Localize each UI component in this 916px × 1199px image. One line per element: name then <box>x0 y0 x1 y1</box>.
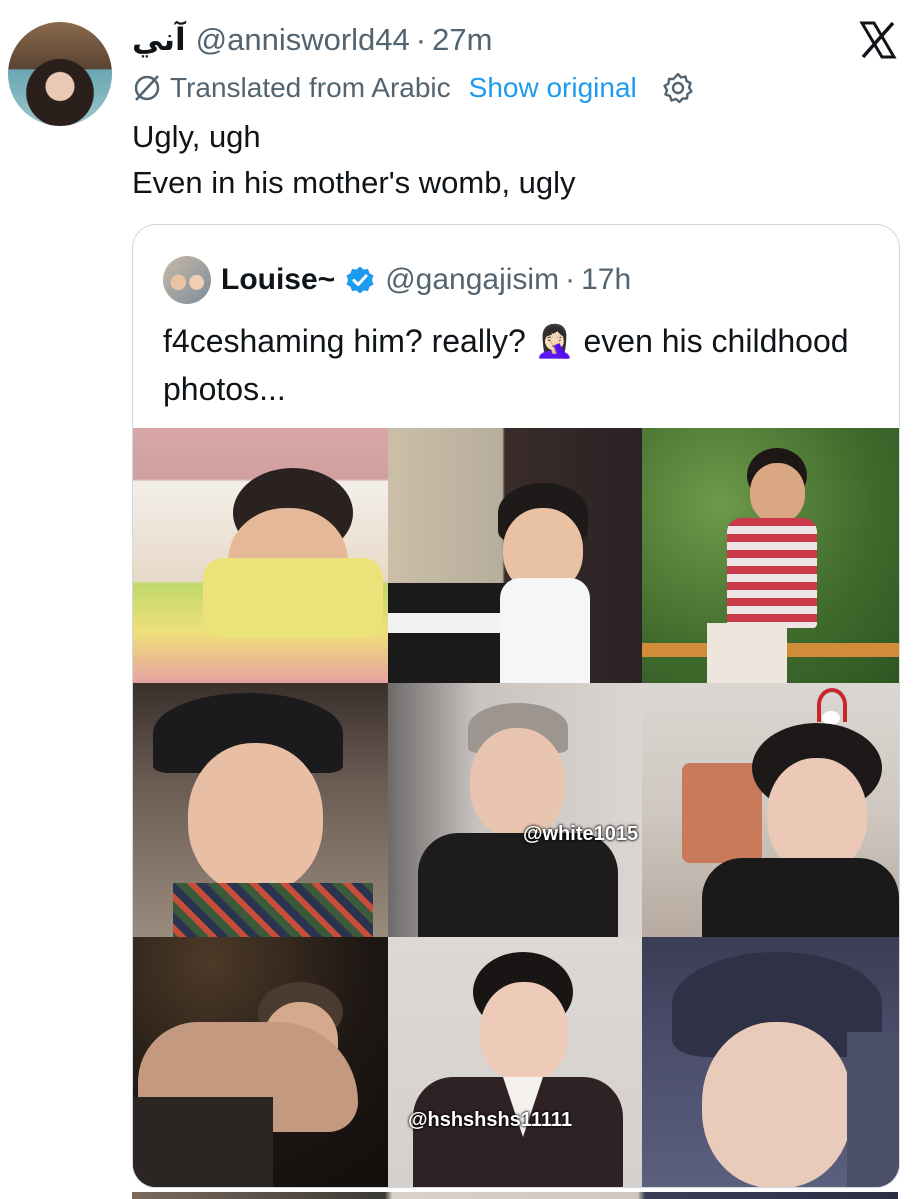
tweet-text: Ugly, ugh Even in his mother's womb, ugl… <box>132 119 576 200</box>
slash-circle-icon <box>134 75 160 101</box>
photo-7[interactable] <box>133 937 388 1187</box>
photo-2[interactable] <box>388 428 642 683</box>
x-logo-icon <box>859 21 897 59</box>
quote-author-display-name[interactable]: Louise~ <box>221 263 335 297</box>
photo-1[interactable] <box>133 428 388 683</box>
quote-text: f4ceshaming him? really? 🤦🏻‍♀️ even his … <box>163 317 883 413</box>
photo-8[interactable]: @hshshshs11111 <box>388 937 642 1187</box>
quoted-tweet[interactable]: Louise~ @gangajisim · 17h f4ceshaming hi… <box>132 224 900 1188</box>
facepalm-emoji: 🤦🏻‍♀️ <box>534 322 575 360</box>
verified-badge-icon <box>346 266 374 294</box>
quote-text-main: f4ceshaming him? really? <box>163 323 526 359</box>
quote-author-avatar[interactable] <box>163 256 211 304</box>
author-avatar[interactable] <box>8 22 112 126</box>
quote-author-handle[interactable]: @gangajisim <box>385 263 559 297</box>
tweet-timestamp[interactable]: 27m <box>432 22 492 58</box>
separator-dot: · <box>415 22 427 57</box>
photo-5[interactable]: @white1015 <box>388 683 642 937</box>
watermark-photo-5: @white1015 <box>523 823 639 845</box>
quote-header: Louise~ @gangajisim · 17h <box>163 255 631 305</box>
separator-dot: · <box>565 263 576 296</box>
watermark-photo-8: @hshshshs11111 <box>408 1109 573 1131</box>
translation-bar: Translated from Arabic Show original <box>132 68 695 108</box>
photo-9[interactable] <box>642 937 899 1187</box>
show-original-link[interactable]: Show original <box>469 72 637 104</box>
author-handle[interactable]: @annisworld44 <box>196 22 410 58</box>
tweet-header: آني @annisworld44 · 27m <box>132 18 492 62</box>
gear-icon[interactable] <box>661 71 695 105</box>
next-tweet-preview <box>132 1192 898 1199</box>
photo-3[interactable] <box>642 428 899 683</box>
author-display-name[interactable]: آني <box>132 22 186 58</box>
photo-4[interactable] <box>133 683 388 937</box>
photo-grid: @white1015 @hshshshs11111 <box>133 428 899 1187</box>
quote-timestamp[interactable]: 17h <box>581 263 631 297</box>
photo-6[interactable] <box>642 683 899 937</box>
translated-label: Translated from Arabic <box>170 72 451 103</box>
